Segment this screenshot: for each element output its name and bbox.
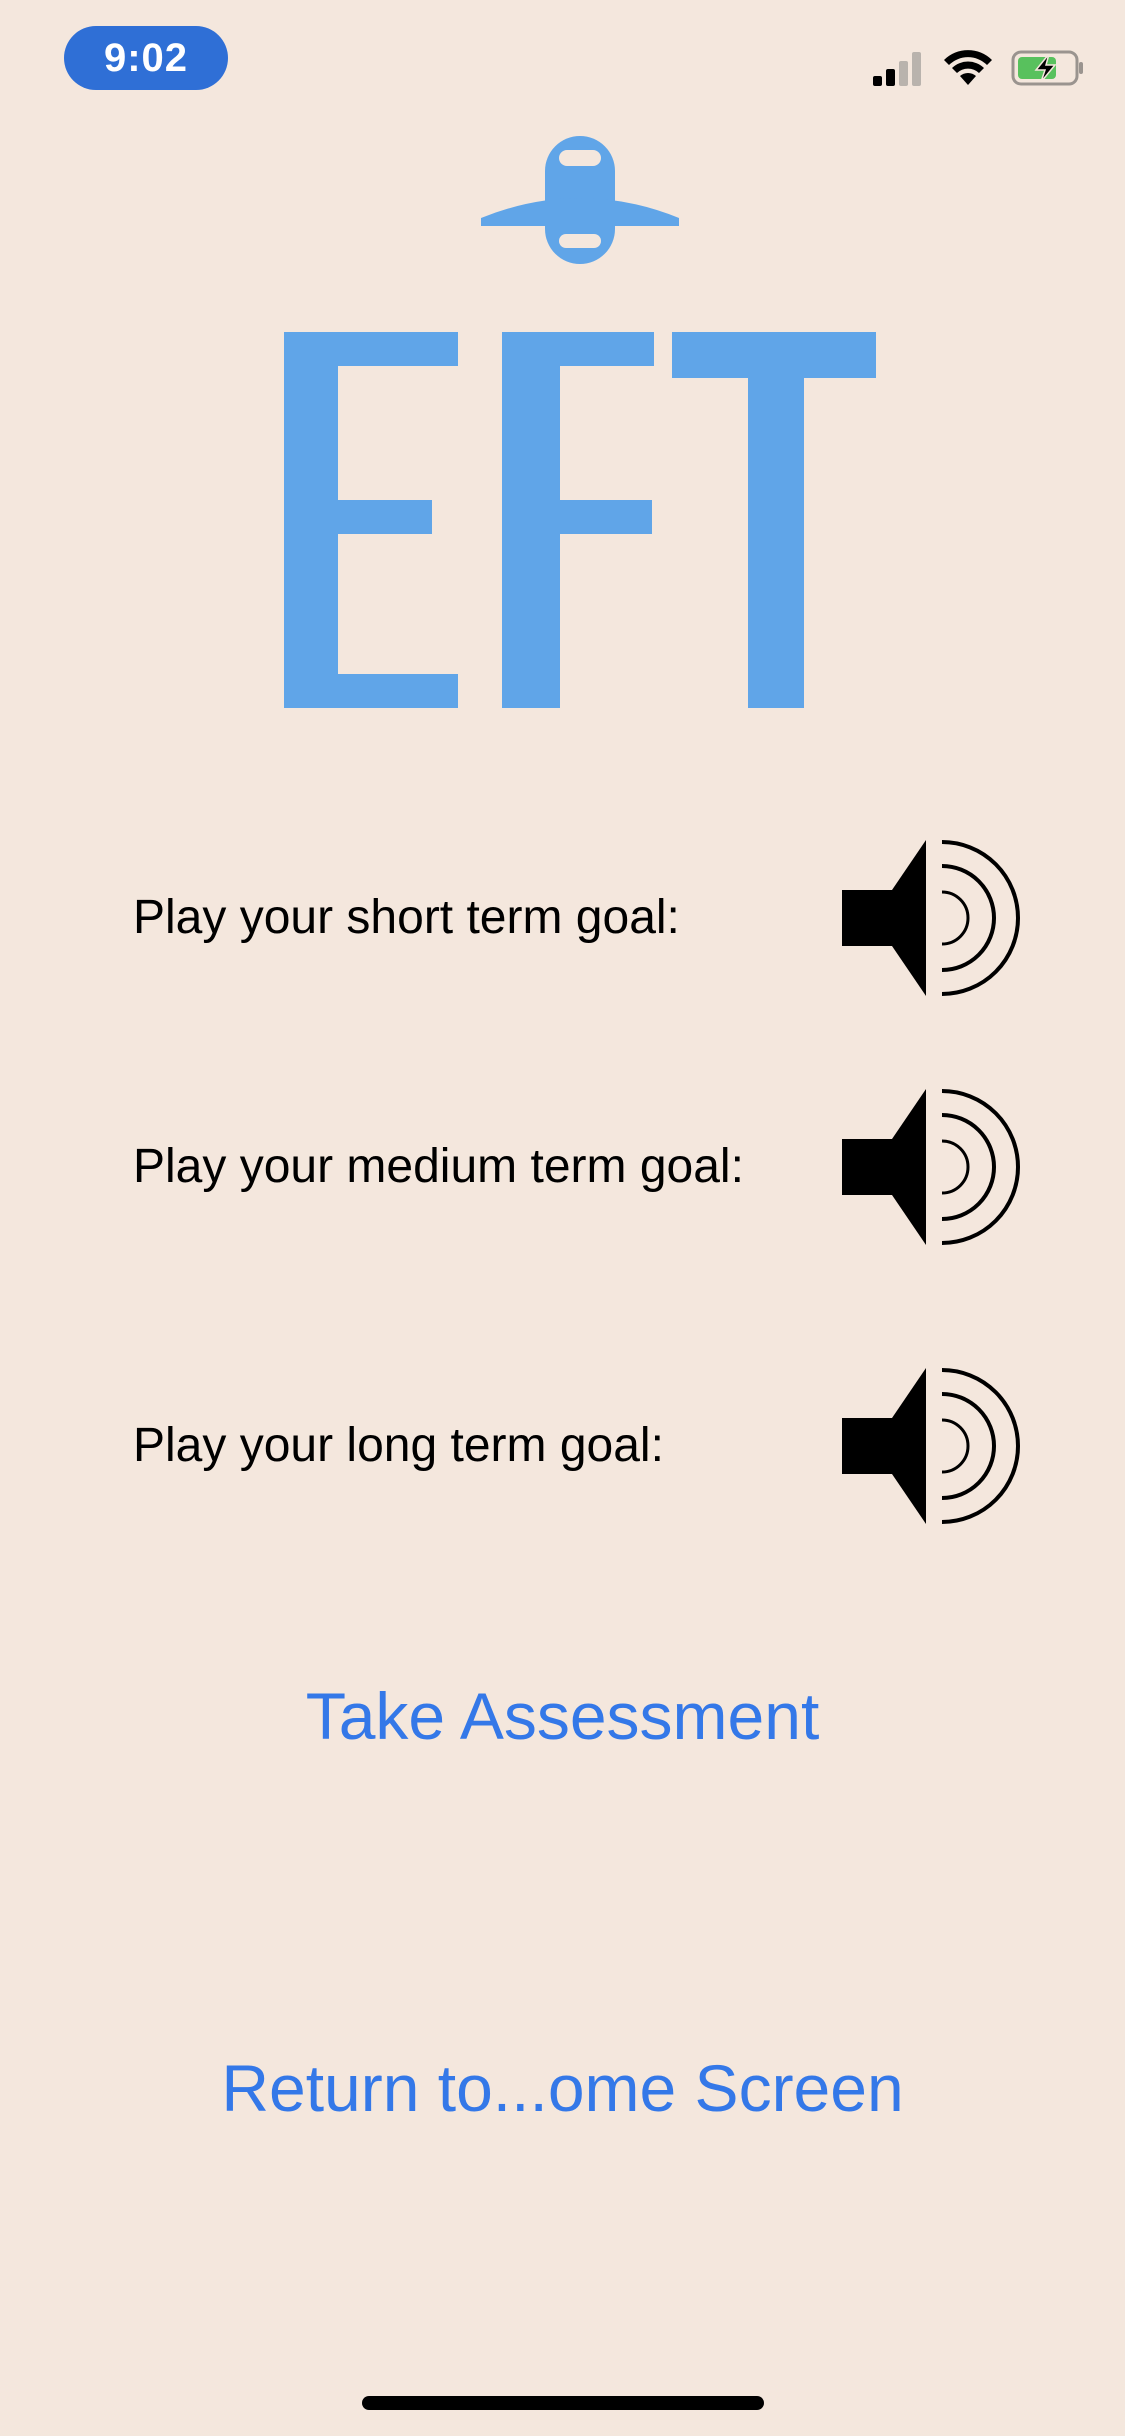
goal-label-long: Play your long term goal: (133, 1419, 664, 1472)
play-medium-term-goal-button[interactable] (838, 1087, 1028, 1247)
logo-eft-text (284, 332, 876, 708)
return-home-button[interactable]: Return to...ome Screen (0, 2048, 1125, 2128)
battery-charging-icon (1011, 50, 1083, 86)
play-long-term-goal-button[interactable] (838, 1366, 1028, 1526)
speaker-icon (842, 1089, 1020, 1245)
speaker-icon (842, 1368, 1020, 1524)
goal-row-medium: Play your medium term goal: (0, 1087, 1125, 1247)
speaker-icon (842, 840, 1020, 996)
cellular-signal-icon (873, 52, 921, 86)
take-assessment-button[interactable]: Take Assessment (0, 1676, 1125, 1756)
goal-row-long: Play your long term goal: (0, 1366, 1125, 1526)
wifi-icon (944, 50, 992, 85)
status-bar: 9:02 (0, 0, 1125, 130)
status-icons (871, 44, 1085, 92)
home-indicator[interactable] (362, 2396, 764, 2410)
app-logo (0, 130, 1125, 730)
plane-icon (481, 136, 679, 264)
goal-row-short: Play your short term goal: (0, 838, 1125, 998)
goal-label-short: Play your short term goal: (133, 891, 680, 944)
play-short-term-goal-button[interactable] (838, 838, 1028, 998)
status-time: 9:02 (64, 26, 228, 90)
goal-label-medium: Play your medium term goal: (133, 1140, 744, 1193)
